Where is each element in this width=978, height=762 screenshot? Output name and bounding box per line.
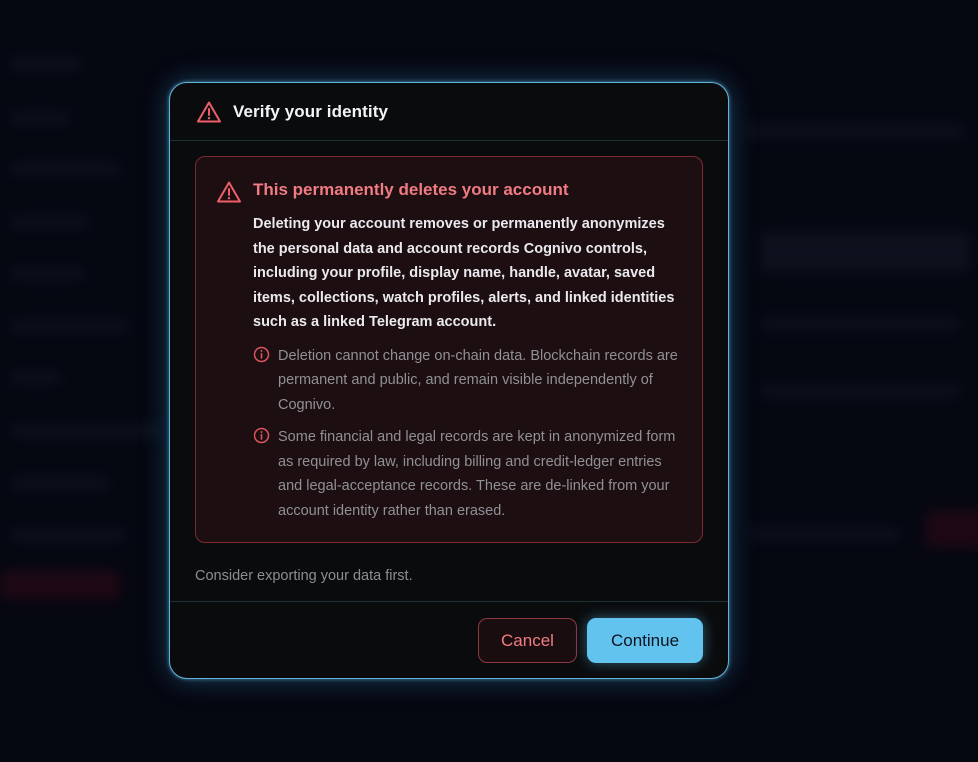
- warning-note: Some financial and legal records are kep…: [253, 425, 680, 523]
- warning-triangle-icon: [196, 100, 222, 124]
- export-hint: Consider exporting your data first.: [195, 568, 413, 584]
- warning-note-text: Deletion cannot change on-chain data. Bl…: [278, 347, 678, 413]
- warning-title: This permanently deletes your account: [253, 180, 569, 199]
- dialog-header: Verify your identity: [170, 83, 728, 141]
- info-circle-icon: [253, 346, 270, 363]
- cancel-button[interactable]: Cancel: [478, 618, 577, 663]
- warning-note: Deletion cannot change on-chain data. Bl…: [253, 344, 680, 418]
- dialog-title: Verify your identity: [233, 101, 389, 121]
- warning-note-text: Some financial and legal records are kep…: [278, 429, 676, 519]
- verify-identity-dialog: Verify your identity This permanently de…: [169, 82, 729, 679]
- warning-triangle-icon: [216, 180, 242, 204]
- dialog-footer: Cancel Continue: [170, 601, 728, 678]
- continue-button[interactable]: Continue: [587, 618, 703, 663]
- info-circle-icon: [253, 427, 270, 444]
- warning-body: Deleting your account removes or permane…: [253, 216, 675, 330]
- dialog-body: This permanently deletes your account De…: [170, 141, 728, 585]
- danger-warning-box: This permanently deletes your account De…: [195, 156, 703, 543]
